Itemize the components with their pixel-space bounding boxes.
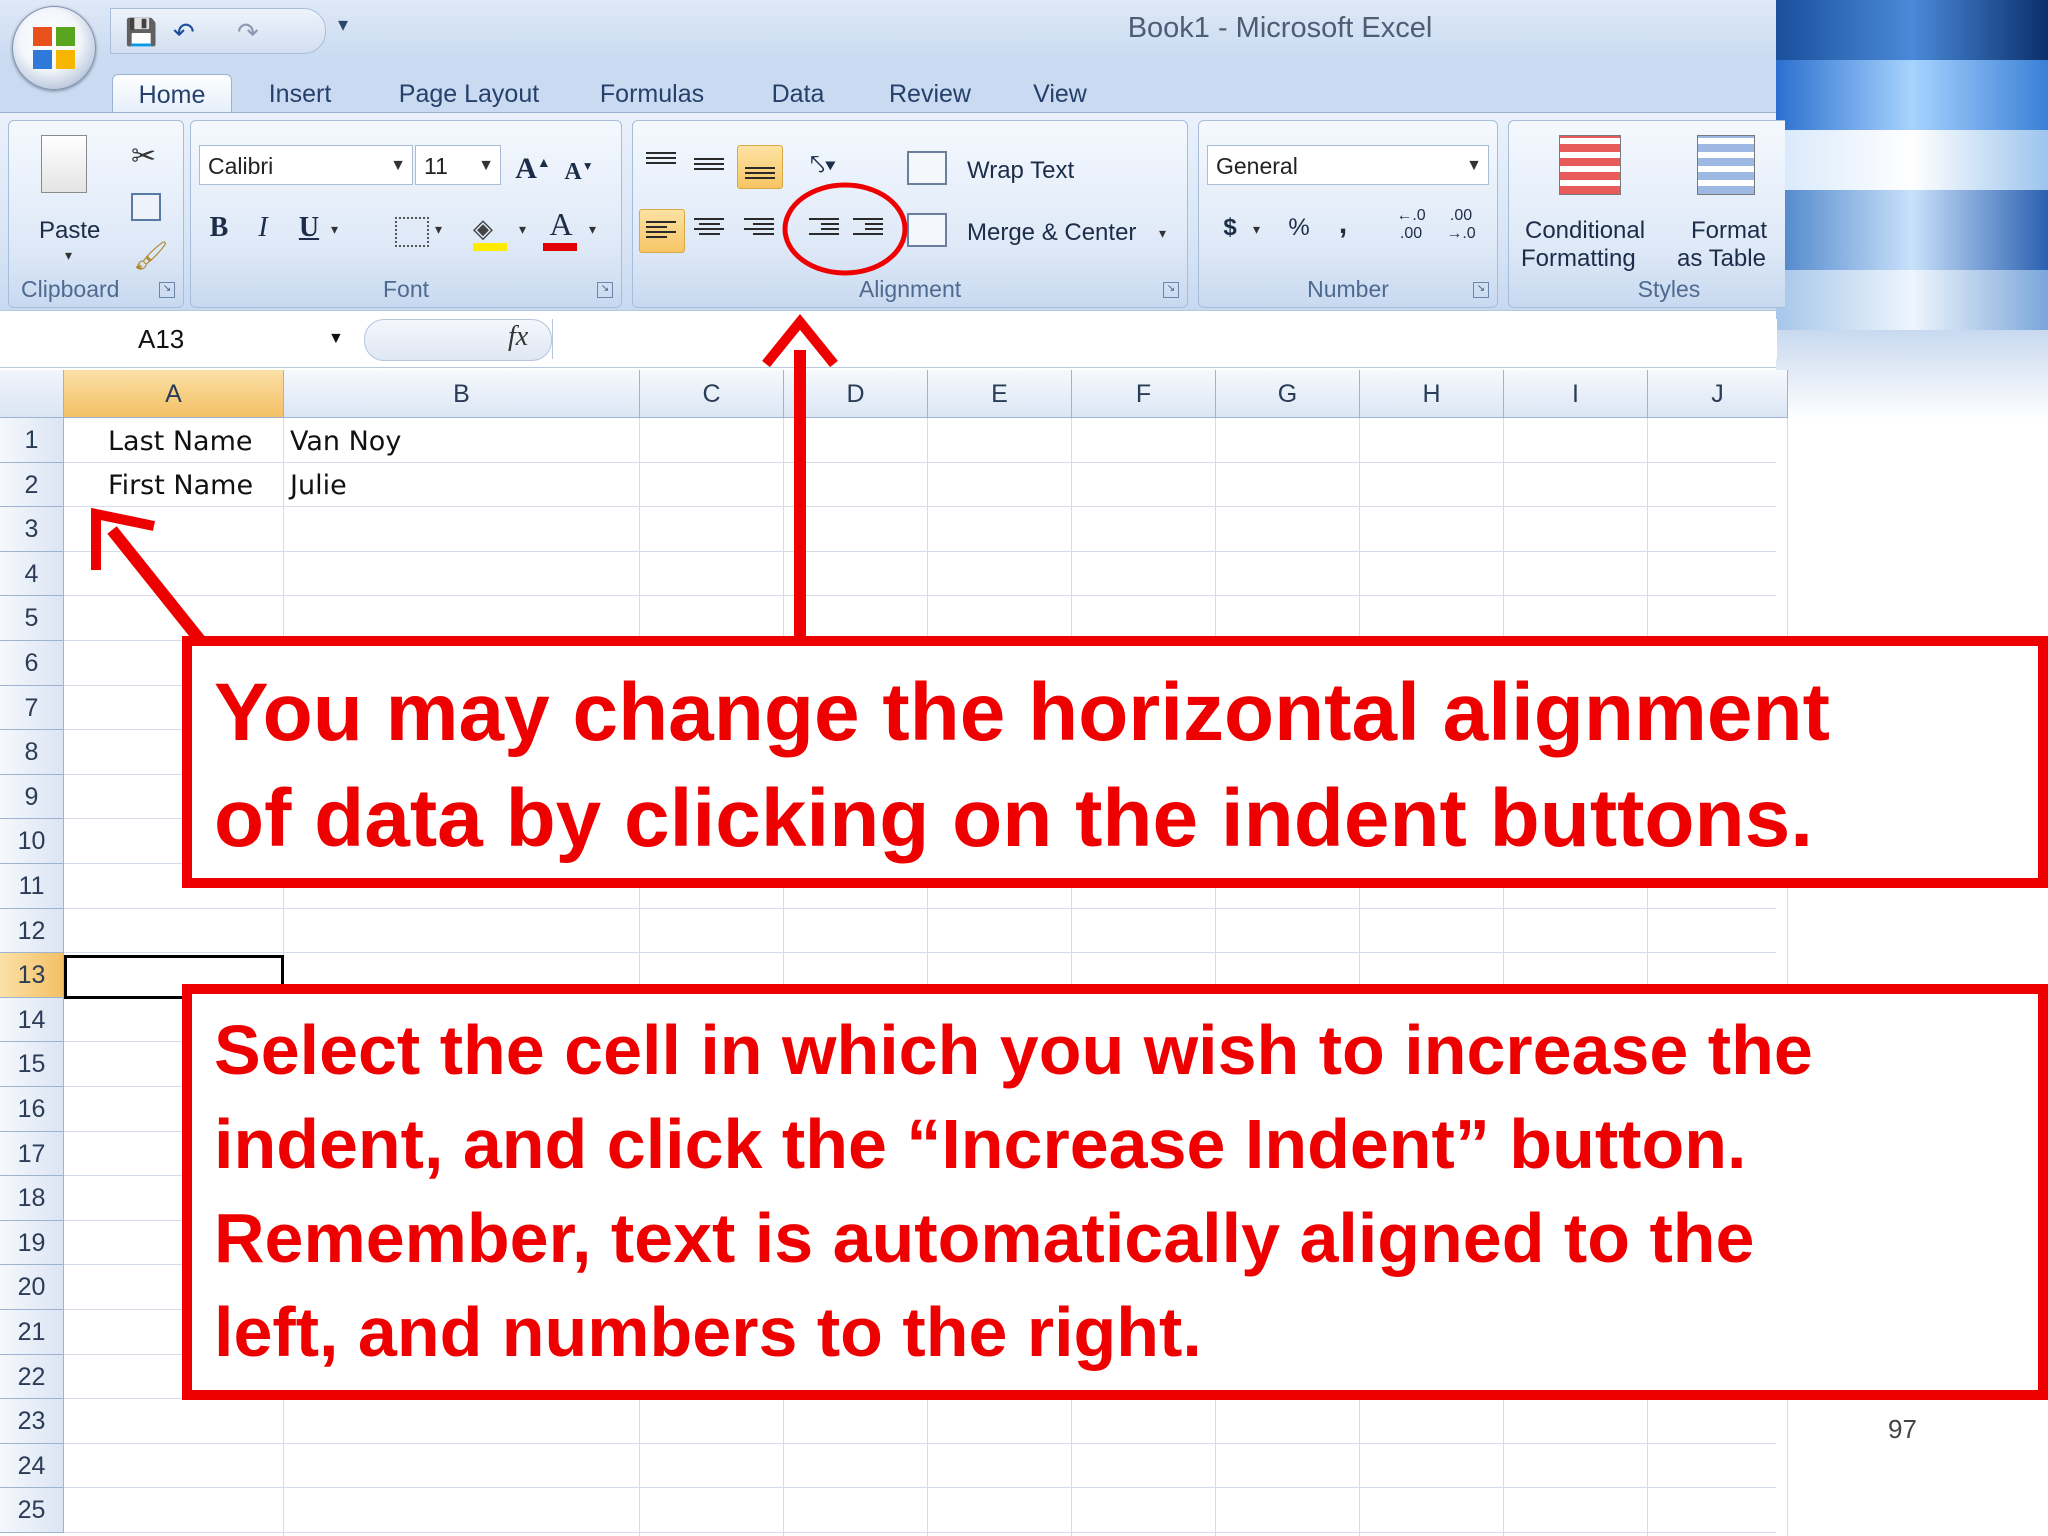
callout-top-line-1: You may change the horizontal alignment (214, 667, 1830, 758)
callout-bottom-line-4: left, and numbers to the right. (214, 1293, 1202, 1371)
callout-top: You may change the horizontal alignment … (182, 636, 2048, 888)
diagonal-arrow-shaft (107, 526, 205, 644)
callout-top-line-2: of data by clicking on the indent button… (214, 773, 1813, 864)
callout-bottom-line-1: Select the cell in which you wish to inc… (214, 1011, 1813, 1089)
indent-buttons-circle (782, 182, 908, 276)
callout-bottom-line-2: indent, and click the “Increase Indent” … (214, 1105, 1747, 1183)
callout-bottom-line-3: Remember, text is automatically aligned … (214, 1199, 1755, 1277)
callout-bottom: Select the cell in which you wish to inc… (182, 984, 2048, 1400)
